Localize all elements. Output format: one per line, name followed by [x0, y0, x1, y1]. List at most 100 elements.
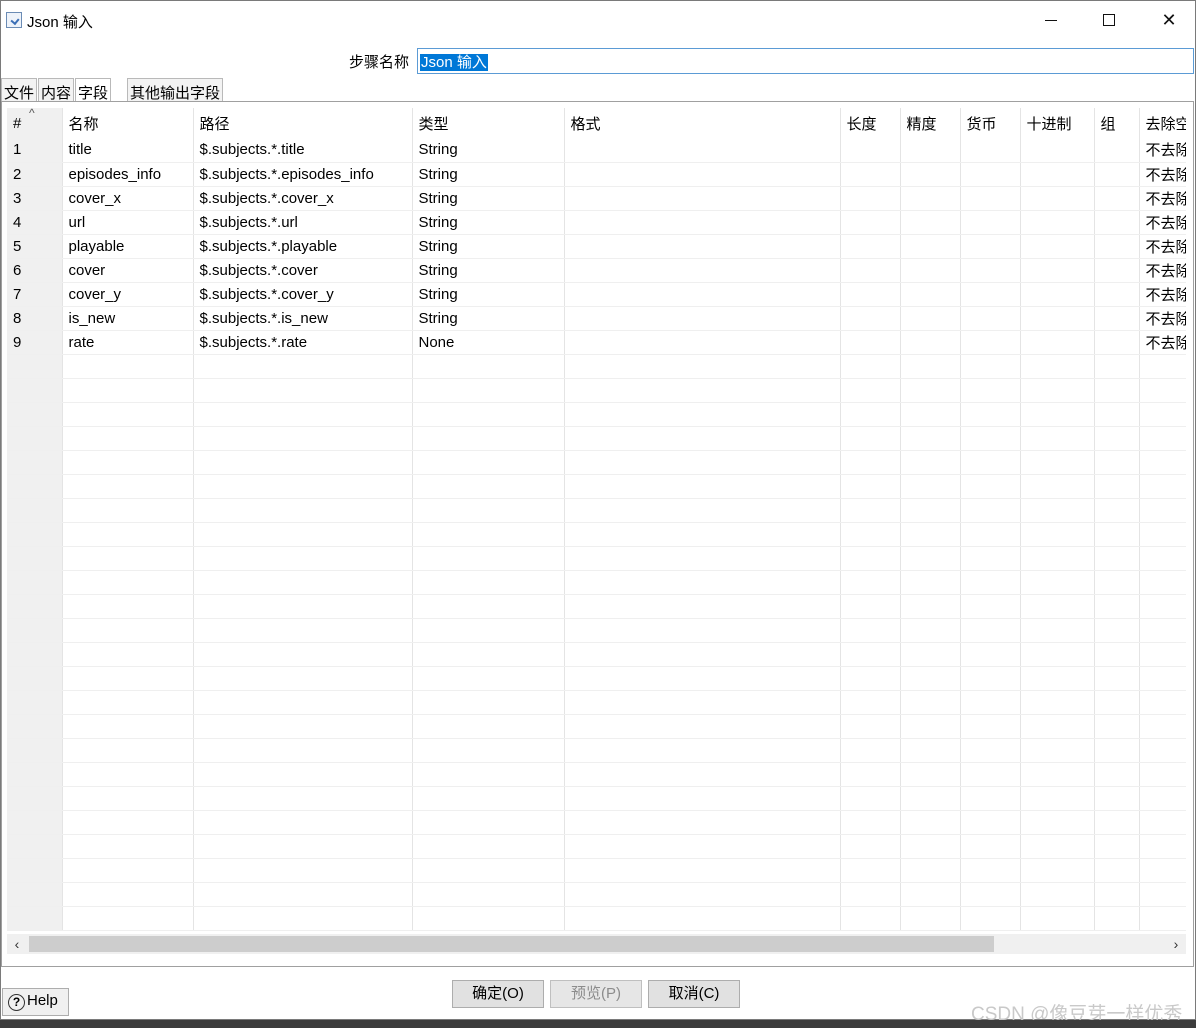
table-cell-trim[interactable]: 不去除空 [1139, 138, 1186, 163]
table-cell-group[interactable] [1094, 378, 1140, 403]
table-cell-precision[interactable] [900, 210, 961, 235]
table-cell-length[interactable] [840, 162, 901, 187]
table-cell-name[interactable]: cover_y [62, 282, 194, 307]
table-cell-type[interactable]: String [412, 210, 565, 235]
table-cell-type[interactable] [412, 474, 565, 499]
table-cell-name[interactable]: is_new [62, 306, 194, 331]
table-cell-type[interactable] [412, 594, 565, 619]
table-cell-decimal[interactable] [1020, 690, 1095, 715]
table-cell-length[interactable] [840, 834, 901, 859]
table-cell-decimal[interactable] [1020, 786, 1095, 811]
table-cell-num[interactable]: 5 [7, 234, 63, 259]
table-cell-length[interactable] [840, 642, 901, 667]
table-cell-decimal[interactable] [1020, 666, 1095, 691]
table-cell-path[interactable] [193, 882, 413, 907]
table-cell-decimal[interactable] [1020, 882, 1095, 907]
table-cell-type[interactable] [412, 882, 565, 907]
table-cell-type[interactable]: String [412, 234, 565, 259]
table-cell-group[interactable] [1094, 786, 1140, 811]
table-cell-currency[interactable] [960, 330, 1021, 355]
table-row[interactable]: 8is_new$.subjects.*.is_newString 不去除空 [7, 306, 1186, 331]
table-cell-name[interactable] [62, 354, 194, 379]
table-cell-num[interactable]: 1 [7, 138, 63, 163]
table-cell-path[interactable] [193, 834, 413, 859]
table-cell-precision[interactable] [900, 162, 961, 187]
table-cell-length[interactable] [840, 594, 901, 619]
table-cell-num[interactable] [7, 714, 63, 739]
table-cell-num[interactable] [7, 666, 63, 691]
table-cell-type[interactable] [412, 762, 565, 787]
table-cell-type[interactable]: String [412, 186, 565, 211]
table-cell-precision[interactable] [900, 594, 961, 619]
table-cell-num[interactable] [7, 402, 63, 427]
table-cell-num[interactable] [7, 378, 63, 403]
table-cell-precision[interactable] [900, 138, 961, 163]
table-cell-currency[interactable] [960, 450, 1021, 475]
table-cell-format[interactable] [564, 906, 841, 931]
table-cell-name[interactable] [62, 570, 194, 595]
table-cell-precision[interactable] [900, 570, 961, 595]
table-cell-name[interactable]: episodes_info [62, 162, 194, 187]
table-row[interactable] [7, 810, 1186, 835]
table-cell-name[interactable] [62, 426, 194, 451]
table-cell-trim[interactable] [1139, 522, 1186, 547]
table-cell-currency[interactable] [960, 738, 1021, 763]
table-cell-precision[interactable] [900, 450, 961, 475]
table-cell-type[interactable] [412, 738, 565, 763]
table-cell-precision[interactable] [900, 666, 961, 691]
table-cell-length[interactable] [840, 498, 901, 523]
table-cell-precision[interactable] [900, 498, 961, 523]
column-header-precision[interactable]: 精度 [900, 108, 961, 138]
table-cell-type[interactable] [412, 642, 565, 667]
table-cell-group[interactable] [1094, 402, 1140, 427]
table-cell-group[interactable] [1094, 282, 1140, 307]
table-row[interactable]: 9rate$.subjects.*.rateNone 不去除空 [7, 330, 1186, 355]
table-cell-group[interactable] [1094, 258, 1140, 283]
table-row[interactable] [7, 618, 1186, 643]
table-row[interactable] [7, 762, 1186, 787]
table-cell-currency[interactable] [960, 906, 1021, 931]
table-cell-path[interactable]: $.subjects.*.url [193, 210, 413, 235]
tab-other-output-fields[interactable]: 其他输出字段 [127, 78, 224, 102]
table-cell-precision[interactable] [900, 618, 961, 643]
table-cell-precision[interactable] [900, 234, 961, 259]
table-cell-num[interactable] [7, 354, 63, 379]
table-cell-precision[interactable] [900, 762, 961, 787]
preview-button[interactable]: 预览(P) [550, 980, 642, 1008]
table-cell-format[interactable] [564, 810, 841, 835]
table-cell-length[interactable] [840, 450, 901, 475]
table-cell-currency[interactable] [960, 258, 1021, 283]
table-cell-decimal[interactable] [1020, 858, 1095, 883]
table-cell-trim[interactable]: 不去除空 [1139, 282, 1186, 307]
table-row[interactable] [7, 450, 1186, 475]
table-cell-path[interactable]: $.subjects.*.cover [193, 258, 413, 283]
table-cell-group[interactable] [1094, 450, 1140, 475]
table-cell-group[interactable] [1094, 906, 1140, 931]
minimize-button[interactable] [1021, 1, 1081, 39]
table-cell-trim[interactable] [1139, 834, 1186, 859]
column-header-format[interactable]: 格式 [564, 108, 841, 138]
table-cell-trim[interactable]: 不去除空 [1139, 210, 1186, 235]
table-cell-precision[interactable] [900, 402, 961, 427]
table-cell-trim[interactable] [1139, 570, 1186, 595]
table-cell-path[interactable]: $.subjects.*.rate [193, 330, 413, 355]
table-cell-name[interactable]: url [62, 210, 194, 235]
table-cell-type[interactable] [412, 618, 565, 643]
table-cell-num[interactable] [7, 426, 63, 451]
table-cell-trim[interactable]: 不去除空 [1139, 186, 1186, 211]
table-cell-path[interactable] [193, 546, 413, 571]
table-cell-type[interactable]: String [412, 258, 565, 283]
table-cell-type[interactable] [412, 402, 565, 427]
table-cell-trim[interactable] [1139, 810, 1186, 835]
table-cell-group[interactable] [1094, 306, 1140, 331]
table-cell-trim[interactable]: 不去除空 [1139, 258, 1186, 283]
table-cell-trim[interactable] [1139, 354, 1186, 379]
table-cell-format[interactable] [564, 282, 841, 307]
table-cell-name[interactable]: cover_x [62, 186, 194, 211]
table-cell-group[interactable] [1094, 186, 1140, 211]
table-cell-length[interactable] [840, 762, 901, 787]
table-cell-format[interactable] [564, 138, 841, 163]
tab-file[interactable]: 文件 [1, 78, 38, 102]
table-cell-group[interactable] [1094, 810, 1140, 835]
table-cell-group[interactable] [1094, 762, 1140, 787]
